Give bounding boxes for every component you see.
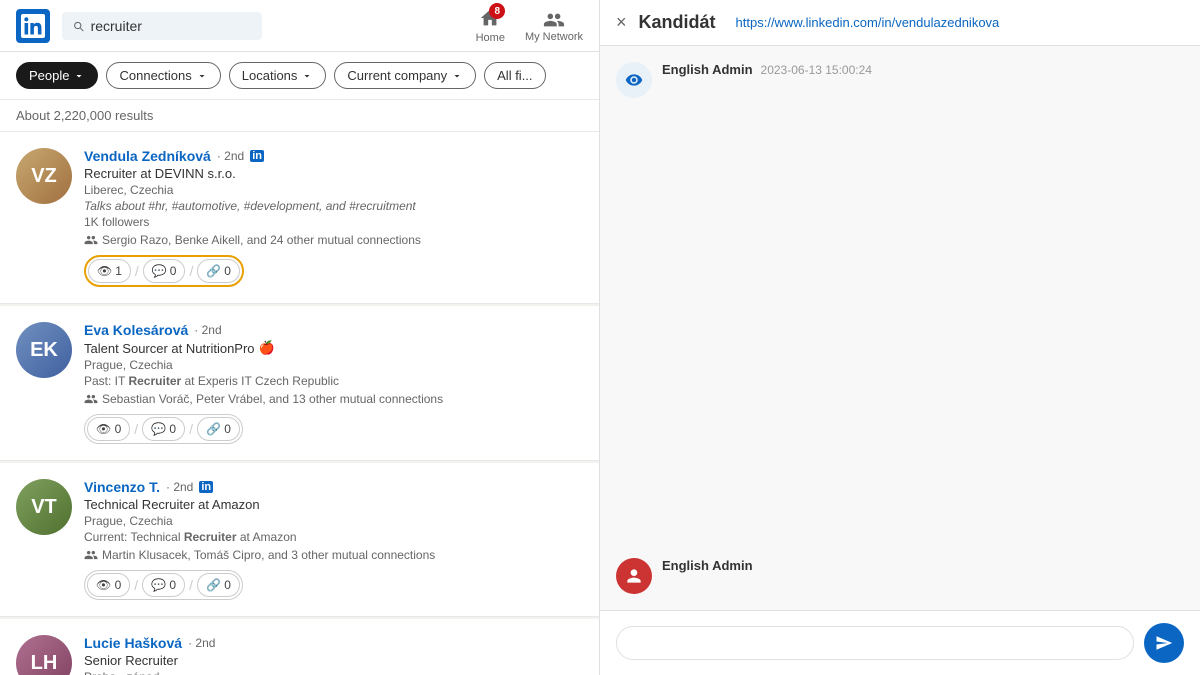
person-location: Prague, Czechia [84,514,583,528]
nav-mynetwork[interactable]: My Network [525,9,583,43]
home-label: Home [476,32,505,44]
close-button[interactable]: × [616,12,627,33]
linkedin-badge: in [250,150,264,162]
avatar: LH [16,635,72,675]
filter-all[interactable]: All fi... [484,62,545,89]
person-location: Praha - západ [84,670,583,675]
action-btn-msg[interactable]: 💬 0 [142,417,185,441]
person-name[interactable]: Vincenzo T. · 2nd in [84,479,583,495]
person-followers: 1K followers [84,215,583,229]
candidate-header: × Kandidát https://www.linkedin.com/in/v… [600,0,1200,46]
candidate-url[interactable]: https://www.linkedin.com/in/vendulazedni… [736,15,1000,30]
person-name[interactable]: Vendula Zedníková · 2nd in [84,148,583,164]
user-name: English Admin [662,558,753,573]
person-title: Senior Recruiter [84,653,583,668]
filter-connections[interactable]: Connections [106,62,220,89]
person-info: Eva Kolesárová · 2nd Talent Sourcer at N… [84,322,583,444]
action-btn-view[interactable]: 👁1 [88,259,131,283]
nav-home[interactable]: 8 Home [476,7,505,44]
table-row: LH Lucie Hašková · 2nd Senior Recruiter … [0,619,599,675]
person-title: Recruiter at DEVINN s.r.o. [84,166,583,181]
nav-items: 8 Home My Network [476,7,583,44]
system-avatar [616,62,652,98]
person-info: Vendula Zedníková · 2nd in Recruiter at … [84,148,583,287]
search-icon [72,19,85,33]
person-name[interactable]: Eva Kolesárová · 2nd [84,322,583,338]
action-row-highlighted: 👁1 / 💬0 / 🔗0 [84,255,244,287]
action-btn-view[interactable]: 👁 0 [87,573,130,597]
search-input[interactable] [91,18,252,34]
results-list: VZ Vendula Zedníková · 2nd in Recruiter … [0,132,599,675]
left-panel: 8 Home My Network People Connections Loc… [0,0,600,675]
candidate-title: Kandidát [639,12,716,33]
action-btn-msg[interactable]: 💬 0 [142,573,185,597]
chat-area: English Admin 2023-06-13 15:00:24 Englis… [600,46,1200,610]
send-button[interactable] [1144,623,1184,663]
linkedin-logo [16,9,50,43]
system-username: English Admin [662,62,753,77]
table-row: VT Vincenzo T. · 2nd in Technical Recrui… [0,463,599,617]
action-btn-link[interactable]: 🔗0 [197,259,240,283]
filter-people[interactable]: People [16,62,98,89]
search-box[interactable] [62,12,262,40]
action-row: 👁 0 / 💬 0 / 🔗 0 [84,570,243,600]
filters-bar: People Connections Locations Current com… [0,52,599,100]
avatar: VT [16,479,72,535]
home-badge: 8 [489,3,505,19]
person-title: Talent Sourcer at NutritionPro 🍎 [84,340,583,356]
person-info: Vincenzo T. · 2nd in Technical Recruiter… [84,479,583,600]
user-msg-content: English Admin [662,558,753,577]
table-row: VZ Vendula Zedníková · 2nd in Recruiter … [0,132,599,304]
degree-badge: · 2nd [166,480,193,494]
person-location: Liberec, Czechia [84,183,583,197]
person-name[interactable]: Lucie Hašková · 2nd [84,635,583,651]
table-row: EK Eva Kolesárová · 2nd Talent Sourcer a… [0,306,599,461]
chat-input[interactable] [616,626,1134,660]
degree-badge: · 2nd [217,149,244,163]
action-btn-link[interactable]: 🔗 0 [197,573,240,597]
user-avatar [616,558,652,594]
mutual-connections: Sergio Razo, Benke Aikell, and 24 other … [84,233,583,247]
person-info: Lucie Hašková · 2nd Senior Recruiter Pra… [84,635,583,675]
action-row: 👁 0 / 💬 0 / 🔗 0 [84,414,243,444]
chat-spacer [616,114,1184,542]
user-message-row: English Admin [616,558,1184,594]
past-label: Past: IT Recruiter at Experis IT Czech R… [84,374,583,388]
mynetwork-label: My Network [525,31,583,43]
system-timestamp: 2023-06-13 15:00:24 [761,63,872,77]
avatar: EK [16,322,72,378]
system-message-row: English Admin 2023-06-13 15:00:24 [616,62,1184,98]
degree-badge: · 2nd [188,636,215,650]
action-btn-msg[interactable]: 💬0 [143,259,186,283]
right-panel: × Kandidát https://www.linkedin.com/in/v… [600,0,1200,675]
filter-company[interactable]: Current company [334,62,476,89]
results-count: About 2,220,000 results [0,100,599,132]
chat-input-area [600,610,1200,675]
system-msg-content: English Admin 2023-06-13 15:00:24 [662,62,872,77]
person-location: Prague, Czechia [84,358,583,372]
action-btn-link[interactable]: 🔗 0 [197,417,240,441]
mutual-connections: Sebastian Voráč, Peter Vrábel, and 13 ot… [84,392,583,406]
current-label: Current: Technical Recruiter at Amazon [84,530,583,544]
mutual-connections: Martin Klusacek, Tomáš Cipro, and 3 othe… [84,548,583,562]
person-talks: Talks about #hr, #automotive, #developme… [84,199,583,213]
avatar: VZ [16,148,72,204]
person-title: Technical Recruiter at Amazon [84,497,583,512]
degree-badge: · 2nd [194,323,221,337]
navbar: 8 Home My Network [0,0,599,52]
linkedin-badge: in [199,481,213,493]
action-btn-view[interactable]: 👁 0 [87,417,130,441]
filter-locations[interactable]: Locations [229,62,327,89]
